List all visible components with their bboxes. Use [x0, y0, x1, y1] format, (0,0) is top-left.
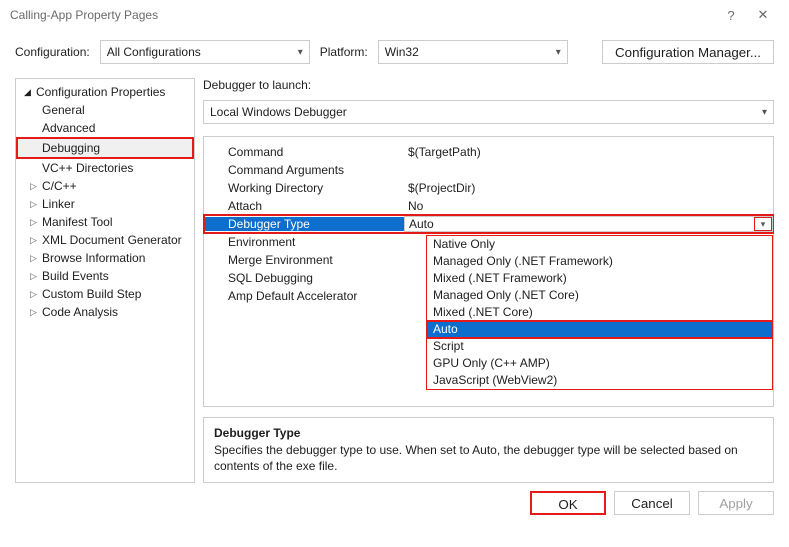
- property-label: Command: [204, 145, 404, 159]
- dropdown-option[interactable]: Native Only: [427, 236, 772, 253]
- chevron-down-icon: ▾: [292, 47, 303, 58]
- property-value[interactable]: $(ProjectDir): [404, 181, 773, 195]
- expand-icon: ▷: [30, 289, 42, 300]
- apply-button[interactable]: Apply: [698, 491, 774, 515]
- tree-item[interactable]: ▷Custom Build Step: [16, 285, 194, 303]
- tree-item-label: Manifest Tool: [42, 215, 112, 229]
- dropdown-button[interactable]: ▾: [754, 217, 772, 231]
- cancel-button[interactable]: Cancel: [614, 491, 690, 515]
- property-row[interactable]: Command Arguments: [204, 161, 773, 179]
- property-label: Merge Environment: [204, 253, 404, 267]
- dropdown-option[interactable]: JavaScript (WebView2): [427, 372, 772, 389]
- configuration-manager-button[interactable]: Configuration Manager...: [602, 40, 774, 64]
- tree-item[interactable]: ▷Manifest Tool: [16, 213, 194, 231]
- property-row[interactable]: AttachNo: [204, 197, 773, 215]
- debugger-launch-value: Local Windows Debugger: [210, 105, 756, 119]
- tree-item-label: Code Analysis: [42, 305, 118, 319]
- tree-view: ◢ Configuration Properties General Advanc…: [15, 78, 195, 483]
- dropdown-option[interactable]: Managed Only (.NET Framework): [427, 253, 772, 270]
- tree-item[interactable]: ▷Build Events: [16, 267, 194, 285]
- debugger-launch-label: Debugger to launch:: [203, 78, 774, 94]
- chevron-down-icon: ▾: [550, 47, 561, 58]
- tree-item-label: Debugging: [42, 141, 100, 155]
- tree-item-label: Advanced: [42, 121, 95, 135]
- tree-item-label: Browse Information: [42, 251, 145, 265]
- dropdown-option[interactable]: Script: [427, 338, 772, 355]
- dropdown-option[interactable]: Auto: [427, 321, 772, 338]
- window-title: Calling-App Property Pages: [10, 8, 158, 22]
- debugger-launch-combo[interactable]: Local Windows Debugger ▾: [203, 100, 774, 124]
- tree-item-label: XML Document Generator: [42, 233, 182, 247]
- tree-item-label: Custom Build Step: [42, 287, 141, 301]
- property-value[interactable]: Auto▾: [404, 216, 773, 232]
- dropdown-option[interactable]: GPU Only (C++ AMP): [427, 355, 772, 372]
- tree-item[interactable]: VC++ Directories: [16, 159, 194, 177]
- configuration-label: Configuration:: [15, 45, 90, 59]
- property-row[interactable]: Command$(TargetPath): [204, 143, 773, 161]
- tree-item-label: VC++ Directories: [42, 161, 133, 175]
- tree-item-label: General: [42, 103, 85, 117]
- chevron-down-icon: ▾: [756, 107, 767, 118]
- property-label: Amp Default Accelerator: [204, 289, 404, 303]
- expand-icon: ▷: [30, 235, 42, 246]
- configuration-value: All Configurations: [107, 45, 292, 59]
- property-row[interactable]: Debugger TypeAuto▾: [204, 215, 773, 233]
- expand-icon: ▷: [30, 271, 42, 282]
- tree-item[interactable]: Debugging: [16, 137, 194, 159]
- tree-item-label: Build Events: [42, 269, 109, 283]
- property-grid: Command$(TargetPath)Command ArgumentsWor…: [203, 136, 774, 407]
- property-label: Environment: [204, 235, 404, 249]
- tree-root-label: Configuration Properties: [36, 85, 165, 99]
- property-label: SQL Debugging: [204, 271, 404, 285]
- dialog-buttons: OK Cancel Apply: [0, 483, 789, 523]
- property-label: Command Arguments: [204, 163, 404, 177]
- tree-item[interactable]: ▷Linker: [16, 195, 194, 213]
- property-description: Debugger Type Specifies the debugger typ…: [203, 417, 774, 483]
- right-panel: Debugger to launch: Local Windows Debugg…: [203, 78, 774, 483]
- tree-item[interactable]: Advanced: [16, 119, 194, 137]
- tree-item[interactable]: ▷Code Analysis: [16, 303, 194, 321]
- platform-value: Win32: [385, 45, 550, 59]
- help-icon[interactable]: ?: [715, 8, 747, 23]
- expand-icon: ▷: [30, 217, 42, 228]
- title-bar: Calling-App Property Pages ? ✕: [0, 0, 789, 30]
- tree-item[interactable]: General: [16, 101, 194, 119]
- tree-root[interactable]: ◢ Configuration Properties: [16, 83, 194, 101]
- expand-icon: ▷: [30, 199, 42, 210]
- expand-icon: ▷: [30, 181, 42, 192]
- property-row[interactable]: Working Directory$(ProjectDir): [204, 179, 773, 197]
- configuration-combo[interactable]: All Configurations ▾: [100, 40, 310, 64]
- collapse-icon: ◢: [24, 87, 36, 98]
- dropdown-option[interactable]: Managed Only (.NET Core): [427, 287, 772, 304]
- platform-combo[interactable]: Win32 ▾: [378, 40, 568, 64]
- property-value[interactable]: No: [404, 199, 773, 213]
- config-bar: Configuration: All Configurations ▾ Plat…: [0, 30, 789, 78]
- expand-icon: ▷: [30, 253, 42, 264]
- debugger-type-dropdown[interactable]: Native OnlyManaged Only (.NET Framework)…: [426, 235, 773, 390]
- dropdown-option[interactable]: Mixed (.NET Framework): [427, 270, 772, 287]
- property-label: Attach: [204, 199, 404, 213]
- close-icon[interactable]: ✕: [747, 7, 779, 23]
- property-label: Working Directory: [204, 181, 404, 195]
- expand-icon: ▷: [30, 307, 42, 318]
- platform-label: Platform:: [320, 45, 368, 59]
- tree-item[interactable]: ▷XML Document Generator: [16, 231, 194, 249]
- dropdown-option[interactable]: Mixed (.NET Core): [427, 304, 772, 321]
- ok-button[interactable]: OK: [530, 491, 606, 515]
- tree-item-label: Linker: [42, 197, 75, 211]
- description-text: Specifies the debugger type to use. When…: [214, 442, 763, 474]
- tree-item[interactable]: ▷C/C++: [16, 177, 194, 195]
- property-label: Debugger Type: [204, 217, 404, 231]
- tree-item-label: C/C++: [42, 179, 77, 193]
- description-title: Debugger Type: [214, 426, 763, 442]
- property-value[interactable]: $(TargetPath): [404, 145, 773, 159]
- tree-item[interactable]: ▷Browse Information: [16, 249, 194, 267]
